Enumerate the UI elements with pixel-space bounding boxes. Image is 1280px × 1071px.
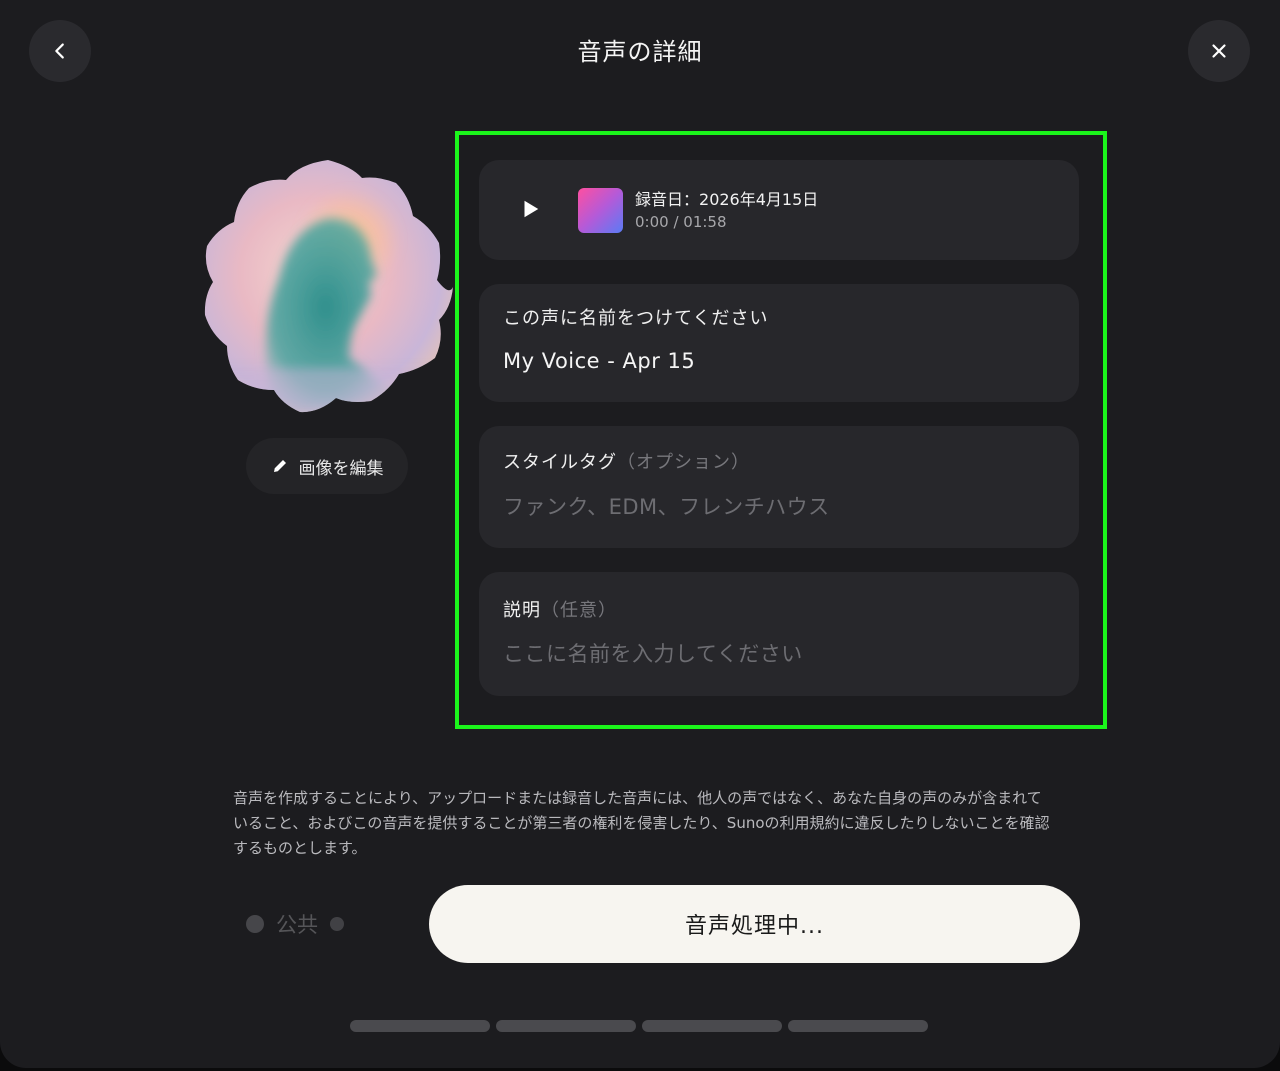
- voice-name-card: この声に名前をつけてください: [479, 284, 1079, 402]
- description-label: 説明（任意）: [503, 596, 617, 622]
- description-input[interactable]: [503, 642, 1053, 666]
- play-icon[interactable]: [519, 198, 541, 220]
- step-indicator: [788, 1020, 928, 1032]
- voice-avatar: [199, 158, 457, 416]
- recording-thumbnail: [578, 188, 623, 233]
- page-title: 音声の詳細: [577, 38, 703, 66]
- voice-details-modal: 音声の詳細 画像を編集 録音日：2026年4月15日 0:00 / 01:58 …: [0, 0, 1280, 1068]
- step-indicator: [496, 1020, 636, 1032]
- voice-avatar-image: [204, 160, 454, 413]
- description-label-text: 説明: [503, 600, 541, 621]
- close-button[interactable]: [1188, 20, 1250, 82]
- voice-name-input[interactable]: [503, 349, 1053, 373]
- public-toggle[interactable]: 公共: [232, 898, 392, 950]
- processing-button[interactable]: 音声処理中...: [429, 885, 1080, 963]
- recording-player: 録音日：2026年4月15日 0:00 / 01:58: [479, 160, 1079, 260]
- step-indicator: [350, 1020, 490, 1032]
- edit-image-button[interactable]: 画像を編集: [246, 438, 408, 494]
- style-tags-label-text: スタイルタグ: [503, 452, 617, 473]
- public-toggle-label: 公共: [276, 913, 318, 937]
- recording-date: 録音日：2026年4月15日: [635, 186, 818, 210]
- playback-time: 0:00 / 01:58: [635, 213, 727, 231]
- description-optional: （任意）: [541, 600, 617, 621]
- description-card: 説明（任意）: [479, 572, 1079, 696]
- voice-name-label: この声に名前をつけてください: [503, 308, 769, 329]
- close-icon: [1212, 44, 1226, 58]
- recording-date-label: 録音日：: [635, 190, 700, 209]
- toggle-knob: [246, 915, 264, 933]
- step-progress: [350, 1020, 928, 1032]
- recording-date-value: 2026年4月15日: [699, 190, 819, 209]
- edit-image-label: 画像を編集: [298, 458, 384, 479]
- style-tags-optional: （オプション）: [617, 452, 750, 473]
- info-icon[interactable]: [330, 917, 344, 931]
- terms-disclaimer: 音声を作成することにより、アップロードまたは録音した音声には、他人の声ではなく、…: [233, 789, 1050, 857]
- style-tags-input[interactable]: [503, 495, 1053, 519]
- pencil-icon: [273, 460, 286, 472]
- style-tags-card: スタイルタグ（オプション）: [479, 426, 1079, 548]
- step-indicator: [642, 1020, 782, 1032]
- style-tags-label: スタイルタグ（オプション）: [503, 448, 750, 474]
